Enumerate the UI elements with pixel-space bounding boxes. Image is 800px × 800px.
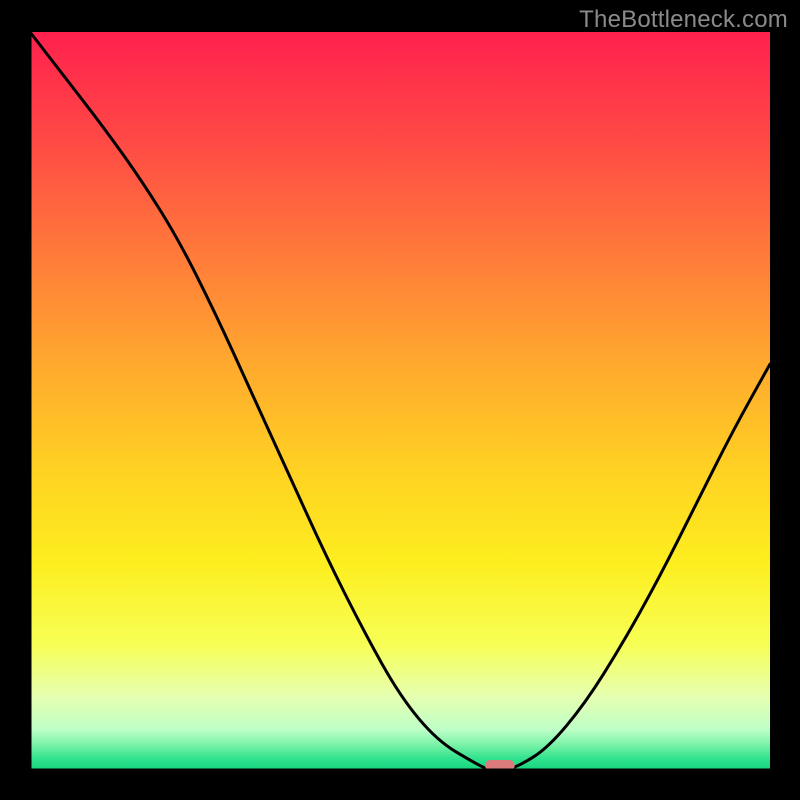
bottleneck-chart — [0, 0, 800, 800]
chart-container: TheBottleneck.com — [0, 0, 800, 800]
watermark-text: TheBottleneck.com — [579, 6, 788, 34]
plot-background — [30, 32, 770, 770]
